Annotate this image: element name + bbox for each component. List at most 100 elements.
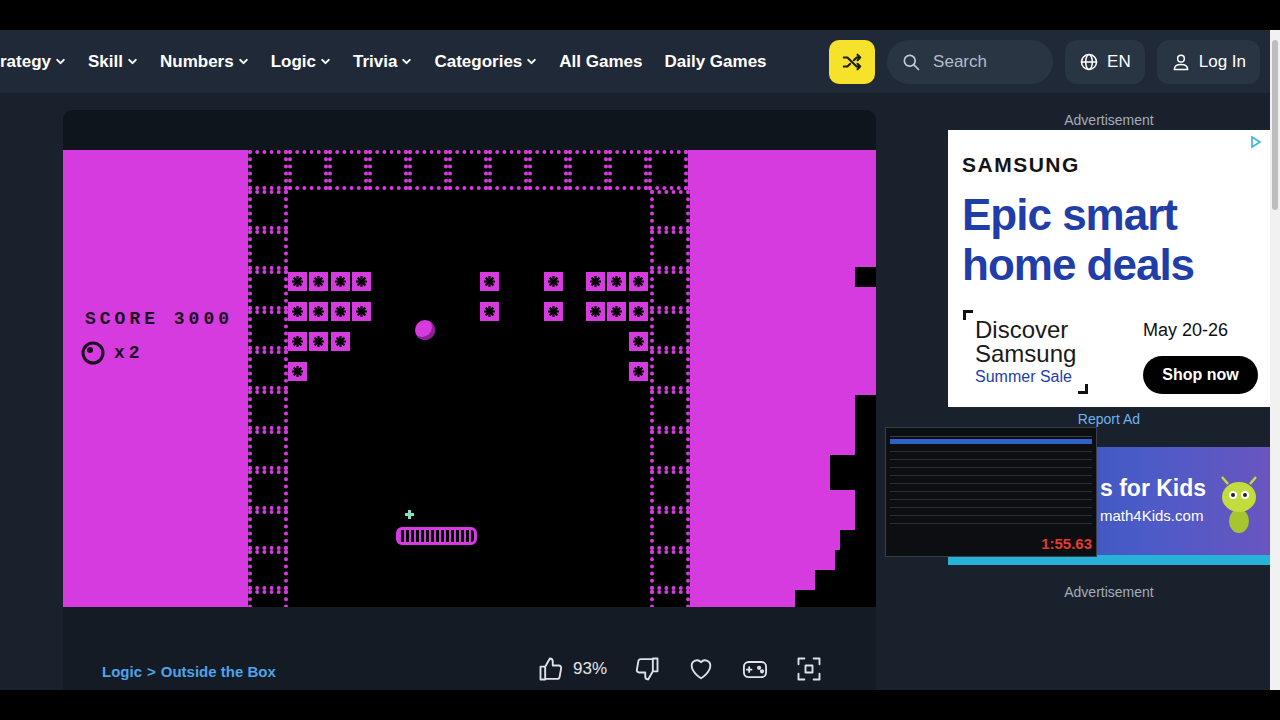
wall-tile — [650, 430, 690, 470]
nav-item[interactable]: Daily Games — [664, 49, 766, 75]
split-row — [890, 507, 1092, 508]
like-button[interactable]: 93% — [537, 655, 607, 683]
timer-window[interactable]: 1:55.63 — [885, 427, 1097, 557]
nav-item[interactable]: Trivia — [353, 49, 412, 75]
shuffle-icon[interactable] — [841, 51, 863, 73]
user-icon[interactable] — [1171, 52, 1191, 72]
brick — [458, 332, 477, 351]
shop-now-button[interactable]: Shop now — [1143, 356, 1258, 394]
globe-icon[interactable] — [1079, 52, 1099, 72]
wall-tile — [650, 550, 690, 590]
nav-item-label[interactable]: All Games — [559, 49, 642, 75]
gamepad-icon[interactable] — [741, 655, 769, 683]
login-label[interactable]: Log In — [1199, 49, 1246, 75]
wall-tile — [650, 310, 690, 350]
nav-item[interactable]: Logic — [271, 49, 331, 75]
brick — [437, 332, 456, 351]
discover-line: Samsung — [975, 342, 1076, 366]
login-button[interactable]: Log In — [1157, 40, 1260, 84]
fullscreen-icon[interactable] — [795, 655, 823, 683]
split-row — [890, 483, 1092, 484]
brick — [458, 272, 477, 291]
brick — [565, 332, 584, 351]
wall-tile — [248, 230, 288, 270]
nav-item-label[interactable]: Categories — [434, 49, 522, 75]
bracket-corner — [1078, 384, 1088, 394]
wall-tile — [288, 150, 328, 190]
random-game-button[interactable] — [829, 40, 875, 84]
language-label[interactable]: EN — [1107, 49, 1131, 75]
nav-item[interactable]: rategy — [0, 49, 66, 75]
nav-item[interactable]: All Games — [559, 49, 642, 75]
brick — [522, 332, 541, 351]
samsung-ad[interactable]: SAMSUNGEpic smarthome dealsDiscoverSamsu… — [948, 130, 1270, 407]
wall-tile — [528, 150, 568, 190]
heart-icon[interactable] — [687, 655, 715, 683]
scrollbar[interactable] — [1270, 30, 1280, 690]
nav-item-label[interactable]: rategy — [0, 49, 51, 75]
nav-item[interactable]: Numbers — [160, 49, 249, 75]
search-box[interactable] — [887, 40, 1053, 84]
wall-tile — [248, 150, 288, 190]
brick — [522, 362, 541, 381]
nav-item-label[interactable]: Skill — [88, 49, 123, 75]
split-row — [890, 499, 1092, 500]
game-frame: SCORE 3000x2Logic>Outside the Box93% — [63, 110, 876, 690]
search-input[interactable] — [931, 48, 1039, 76]
game-canvas[interactable]: SCORE 3000x2 — [63, 150, 876, 607]
sale-name: Summer Sale — [975, 366, 1076, 388]
thumbs-up-icon[interactable] — [537, 655, 565, 683]
kids-ad-url: math4Kids.com — [1100, 505, 1206, 527]
brick-row — [288, 332, 650, 352]
thumbs-down-icon[interactable] — [633, 655, 661, 683]
game-footer: Logic>Outside the Box93% — [63, 607, 876, 690]
breadcrumb-link[interactable]: Logic — [102, 661, 142, 684]
game-top-bar — [63, 110, 876, 150]
brick — [565, 302, 584, 321]
nav-item-label[interactable]: Daily Games — [664, 49, 766, 75]
ball — [415, 320, 435, 340]
brick — [480, 302, 499, 321]
chevron-down-icon[interactable] — [238, 56, 249, 67]
language-button[interactable]: EN — [1065, 40, 1145, 84]
ad-headline: Epic smarthome deals — [962, 190, 1258, 290]
top-navigation: rategy Skill Numbers Logic Trivia Categories A… — [0, 30, 1270, 93]
chevron-down-icon[interactable] — [127, 56, 138, 67]
wall-tile — [368, 150, 408, 190]
brick — [331, 302, 350, 321]
nav-item-label[interactable]: Logic — [271, 49, 316, 75]
nav-item-label[interactable]: Numbers — [160, 49, 234, 75]
chevron-down-icon[interactable] — [401, 56, 412, 67]
brick — [394, 332, 413, 351]
wall-tile — [248, 390, 288, 430]
nav-item[interactable]: Skill — [88, 49, 138, 75]
brick — [629, 362, 648, 381]
sparkle — [405, 510, 414, 519]
playfield[interactable] — [288, 190, 650, 607]
bracket-corner — [963, 310, 973, 320]
brick — [586, 332, 605, 351]
wall-tile — [568, 150, 608, 190]
sale-dates: May 20-26 — [1143, 318, 1258, 342]
adchoices-icon[interactable] — [1250, 135, 1262, 149]
brick — [373, 302, 392, 321]
split-row — [890, 451, 1092, 452]
chevron-down-icon[interactable] — [55, 56, 66, 67]
breadcrumb-link[interactable]: Outside the Box — [161, 661, 276, 684]
brick — [629, 272, 648, 291]
nav-item-label[interactable]: Trivia — [353, 49, 397, 75]
brick — [352, 362, 371, 381]
nav-item[interactable]: Categories — [434, 49, 537, 75]
letterbox-top — [0, 0, 1280, 30]
brick — [352, 332, 371, 351]
chevron-down-icon[interactable] — [526, 56, 537, 67]
ad-label: Advertisement — [948, 110, 1270, 130]
paddle[interactable] — [396, 527, 477, 545]
scrollbar-thumb[interactable] — [1272, 40, 1278, 210]
split-row — [890, 459, 1092, 460]
chevron-down-icon[interactable] — [320, 56, 331, 67]
brick — [437, 362, 456, 381]
brick — [458, 302, 477, 321]
wall-tile — [488, 150, 528, 190]
magnifier-icon[interactable] — [901, 52, 921, 72]
